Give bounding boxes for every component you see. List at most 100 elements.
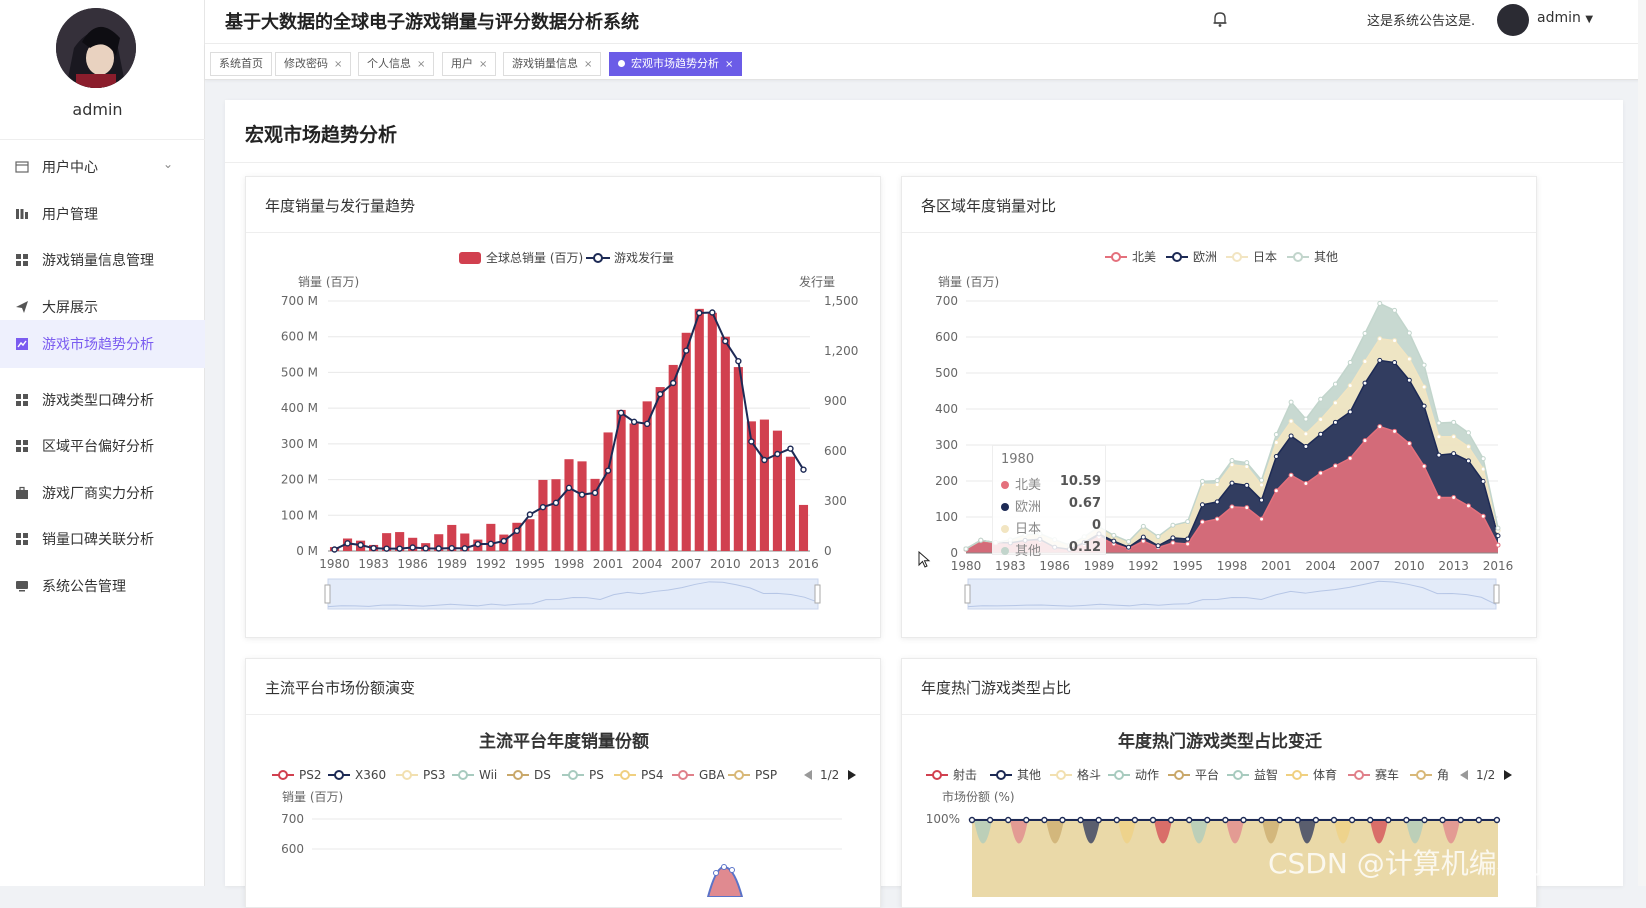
x-tick-label: 2001 [593,557,624,571]
card-sales-releases: 年度销量与发行量趋势 全球总销量 (百万) 游戏发行量 销量 (百万) 发行量 0 M1… [245,176,881,638]
menu-market-trend[interactable]: 游戏市场趋势分析 [0,320,205,368]
tooltip-name: 欧洲 [1015,500,1042,515]
menu-publisher-strength[interactable]: 游戏厂商实力分析 [0,469,205,517]
close-icon[interactable]: × [334,59,342,70]
y-tick-label: 1,200 [824,344,858,358]
y-tick-label: 100 [935,510,958,524]
menu-genre-reputation[interactable]: 游戏类型口碑分析 [0,376,205,424]
tab-change-password[interactable]: 修改密码 × [275,52,352,76]
data-point [643,420,651,428]
legend-swatch [459,252,481,264]
watermark: CSDN @计算机编程小央姐 [1268,847,1609,880]
data-point [1436,434,1442,440]
data-point [1140,523,1146,529]
user-name: admin [1537,10,1581,26]
data-point [1273,432,1279,438]
legend-label: DS [534,768,551,782]
data-point [1318,470,1324,476]
data-point [500,537,508,545]
top-avatar[interactable] [1497,4,1529,36]
close-icon[interactable]: × [479,59,487,70]
x-tick-label: 2013 [1438,559,1469,573]
data-point [617,409,625,417]
data-point [1495,533,1501,539]
close-icon[interactable]: × [584,59,592,70]
region-sales-chart[interactable]: 北美 欧洲 日本 其他销量 (百万)0100200300400500600700198… [902,235,1538,635]
sales-releases-chart[interactable]: 全球总销量 (百万) 游戏发行量销量 (百万) 发行量 0 M 100 M 200 M 30… [246,235,882,635]
menu-user-management[interactable]: 用户管理 [0,190,205,238]
data-point [968,816,976,824]
tab-market-trend[interactable]: 宏观市场趋势分析 × [609,52,743,76]
chart-title: 主流平台年度销量份额 [479,731,649,752]
legend-marker [996,770,1006,780]
data-point [1348,816,1356,824]
legend-label: 其他 [1314,250,1338,264]
page-scrollbar[interactable] [1638,0,1646,886]
legend-label: 体育 [1313,767,1337,782]
tab-profile[interactable]: 个人信息 × [358,52,435,76]
data-point [1303,481,1309,487]
close-icon[interactable]: × [417,59,425,70]
y-tick-label: 300 M [281,437,318,451]
y-tick-label: 200 [935,474,958,488]
data-point [513,527,521,535]
x-tick-label: 2001 [1261,559,1292,573]
avatar[interactable] [56,8,136,88]
tooltip-value: 0 [1091,518,1101,533]
data-point [1332,463,1338,469]
page-title: 宏观市场趋势分析 [245,124,398,146]
menu-region-platform[interactable]: 区域平台偏好分析 [0,422,205,470]
data-point [1214,482,1220,488]
system-notice[interactable]: 这是系统公告这是. [1367,10,1475,29]
data-point [1111,538,1117,544]
data-point [1451,434,1457,440]
data-point [1240,816,1247,824]
mouse-cursor-icon [918,551,931,568]
datazoom-slider [327,578,819,610]
y-tick-label: 0 [824,544,832,558]
data-point [1170,522,1176,528]
bar [603,432,613,551]
tab-home[interactable]: 系统首页 [210,52,272,76]
bar [668,364,678,551]
menu-user-center[interactable]: 用户中心 ⌄ [0,143,205,191]
tooltip-row: 其他 0.12 [1001,540,1101,559]
data-point [1436,495,1442,501]
legend-label: 全球总销量 (百万) [486,250,583,265]
close-icon[interactable]: × [725,59,733,70]
legend-label: PSP [755,768,777,782]
tab-users[interactable]: 用户 × [442,52,497,76]
data-point [396,545,403,552]
menu-notice-management[interactable]: 系统公告管理 [0,562,205,610]
chart-tooltip: 1980 北美 10.59 欧洲 0.67 日本 0 其他 0.12 [992,445,1106,559]
bar [707,312,717,551]
data-point [1436,452,1442,458]
menu-game-sales-management[interactable]: 游戏销量信息管理 [0,236,205,284]
y-tick-label: 600 [935,330,958,344]
bar [525,519,535,551]
user-menu[interactable]: admin ▼ [1537,10,1593,26]
data-point [1392,307,1398,313]
data-point [1113,816,1121,824]
x-tick-label: 1998 [554,557,585,571]
bar [733,367,743,551]
menu-label: 用户管理 [42,207,98,223]
platform-share-chart[interactable]: 主流平台年度销量份额 PS2 X360 PS3 Wii DS PS PS4 GBA PSP 1/2 销… [246,717,882,897]
data-point [1095,816,1102,824]
data-point [1362,438,1368,444]
legend-dot [1001,525,1009,533]
bell-icon[interactable] [1210,9,1230,29]
data-point [986,816,994,824]
sidebar: admin 用户中心 ⌄ 用户管理 游戏销量信息管理 大屏展示 游戏市场趋势分析… [0,0,205,886]
x-tick-label: 1992 [1128,559,1159,573]
legend-marker [1111,252,1121,262]
menu-sales-reputation[interactable]: 销量口碑关联分析 [0,515,205,563]
data-point [1406,441,1412,447]
data-point [409,544,416,551]
data-point [487,540,495,548]
card-title: 年度热门游戏类型占比 [921,679,1072,697]
tab-game-sales[interactable]: 游戏销量信息 × [503,52,602,76]
menu-label: 游戏销量信息管理 [42,253,154,269]
bar [655,387,665,551]
legend-marker [1292,770,1302,780]
